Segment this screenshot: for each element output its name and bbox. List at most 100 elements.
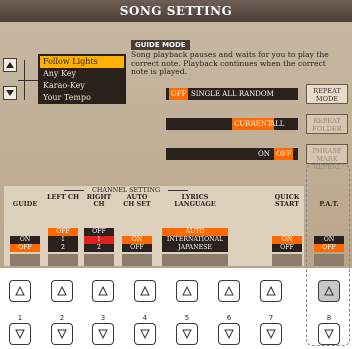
triangle-up-icon <box>57 286 67 296</box>
column-header: QUICK START <box>274 193 300 208</box>
button-number: 6 <box>226 314 232 322</box>
setting-option[interactable]: OFF <box>122 244 152 252</box>
column-header: LYRICS LANGUAGE <box>174 193 216 208</box>
triangle-down-icon <box>266 329 276 339</box>
panel-button-7-up[interactable] <box>260 280 282 302</box>
column-header: AUTO CH SET <box>123 193 151 208</box>
setting-option[interactable]: ON <box>122 236 152 244</box>
setting-option[interactable]: OFF <box>10 244 40 252</box>
triangle-up-icon <box>15 286 25 296</box>
setting-column[interactable]: ON OFF <box>270 210 304 266</box>
phrase-mark-repeat-button[interactable]: PHRASE MARK REPEAT <box>306 144 348 171</box>
setting-column[interactable]: AUTO INTERNATIONAL JAPANESE <box>160 210 230 266</box>
setting-column[interactable]: ON OFF <box>120 210 154 266</box>
panel-button-6-up[interactable] <box>218 280 240 302</box>
repeat-options: SINGLE ALL RANDOM <box>191 90 274 98</box>
channel-setting-line <box>168 190 188 191</box>
guide-mode-list: Follow Lights Any Key Karao-Key Your Tem… <box>38 54 126 104</box>
setting-option[interactable]: ON <box>10 236 40 244</box>
setting-option[interactable]: 2 <box>48 244 78 252</box>
repeat-mode-bar: OFF SINGLE ALL RANDOM <box>166 88 298 100</box>
button-number: 2 <box>59 314 65 322</box>
triangle-up-icon <box>324 286 334 296</box>
panel-button-1-up[interactable] <box>9 280 31 302</box>
folder-current-value: CURRENT <box>232 118 274 130</box>
repeat-folder-button[interactable]: REPEAT FOLDER <box>306 114 348 134</box>
column-header: RIGHT CH <box>86 193 112 208</box>
panel-button-2-up[interactable] <box>51 280 73 302</box>
bracket-line <box>18 80 38 81</box>
panel-button-4-down[interactable] <box>134 323 156 345</box>
phrase-mark-bar: ON OFF <box>166 148 298 160</box>
triangle-down-icon <box>15 329 25 339</box>
value-down-arrow[interactable] <box>48 260 78 266</box>
button-number: 5 <box>184 314 190 322</box>
triangle-up-icon <box>98 286 108 296</box>
panel-button-8-down[interactable] <box>318 323 340 345</box>
button-number: 8 <box>326 314 332 322</box>
setting-column[interactable]: ON OFF <box>8 210 42 266</box>
channel-setting-line <box>64 190 84 191</box>
setting-option[interactable]: ON <box>272 236 302 244</box>
panel-button-5-down[interactable] <box>176 323 198 345</box>
value-down-arrow[interactable] <box>122 260 152 266</box>
guide-mode-item[interactable]: Karao-Key <box>40 80 124 92</box>
triangle-up-icon <box>224 286 234 296</box>
column-header: GUIDE <box>12 200 38 208</box>
panel-button-3-down[interactable] <box>92 323 114 345</box>
triangle-down-icon <box>224 329 234 339</box>
triangle-up-icon <box>140 286 150 296</box>
phrase-on-option: ON <box>258 150 270 158</box>
button-number: 3 <box>100 314 106 322</box>
panel-button-7-down[interactable] <box>260 323 282 345</box>
setting-option[interactable]: INTERNATIONAL <box>162 236 228 244</box>
panel-button-6-down[interactable] <box>218 323 240 345</box>
triangle-down-icon <box>182 329 192 339</box>
guide-mode-item[interactable]: Your Tempo <box>40 92 124 104</box>
button-number: 7 <box>268 314 274 322</box>
value-down-arrow[interactable] <box>272 260 302 266</box>
setting-option[interactable]: OFF <box>84 228 114 236</box>
setting-column[interactable]: OFF 1 2 <box>82 210 116 266</box>
panel-button-4-up[interactable] <box>134 280 156 302</box>
column-header: LEFT CH <box>46 193 79 201</box>
triangle-down-icon <box>98 329 108 339</box>
guide-mode-label: GUIDE MODE <box>131 40 190 50</box>
repeat-folder-bar: CURRENT ALL <box>166 118 298 130</box>
setting-option[interactable]: OFF <box>48 228 78 236</box>
guide-mode-description: Song playback pauses and waits for you t… <box>131 50 329 77</box>
triangle-down-icon <box>57 329 67 339</box>
repeat-off-value: OFF <box>169 88 189 100</box>
setting-option[interactable]: 1 <box>84 236 114 244</box>
repeat-mode-button[interactable]: REPEAT MODE <box>306 84 348 104</box>
button-number: 1 <box>17 314 23 322</box>
setting-column[interactable]: OFF 1 2 <box>46 210 80 266</box>
lcd-screen: SONG SETTING Follow Lights Any Key Karao… <box>0 0 352 268</box>
guide-mode-item[interactable]: Follow Lights <box>40 56 124 68</box>
panel-button-2-down[interactable] <box>51 323 73 345</box>
setting-option[interactable]: AUTO <box>162 228 228 236</box>
button-number: 4 <box>142 314 148 322</box>
triangle-up-icon <box>6 62 14 68</box>
panel-button-8-up[interactable] <box>318 280 340 302</box>
setting-option[interactable]: 2 <box>84 244 114 252</box>
value-down-arrow[interactable] <box>10 260 40 266</box>
panel-button-3-up[interactable] <box>92 280 114 302</box>
setting-option[interactable]: JAPANESE <box>162 244 228 252</box>
value-down-arrow[interactable] <box>162 260 228 266</box>
guide-mode-item[interactable]: Any Key <box>40 68 124 80</box>
triangle-down-icon <box>324 329 334 339</box>
value-down-arrow[interactable] <box>84 260 114 266</box>
folder-all-option: ALL <box>270 120 285 128</box>
panel-button-1-down[interactable] <box>9 323 31 345</box>
triangle-up-icon <box>266 286 276 296</box>
panel-button-5-up[interactable] <box>176 280 198 302</box>
setting-option[interactable]: 1 <box>48 236 78 244</box>
page-title: SONG SETTING <box>0 0 352 22</box>
triangle-down-icon <box>140 329 150 339</box>
setting-option[interactable]: OFF <box>272 244 302 252</box>
scroll-down-button[interactable] <box>3 86 17 100</box>
scroll-up-button[interactable] <box>3 58 17 72</box>
phrase-off-value: OFF <box>274 148 294 160</box>
triangle-down-icon <box>6 90 14 96</box>
